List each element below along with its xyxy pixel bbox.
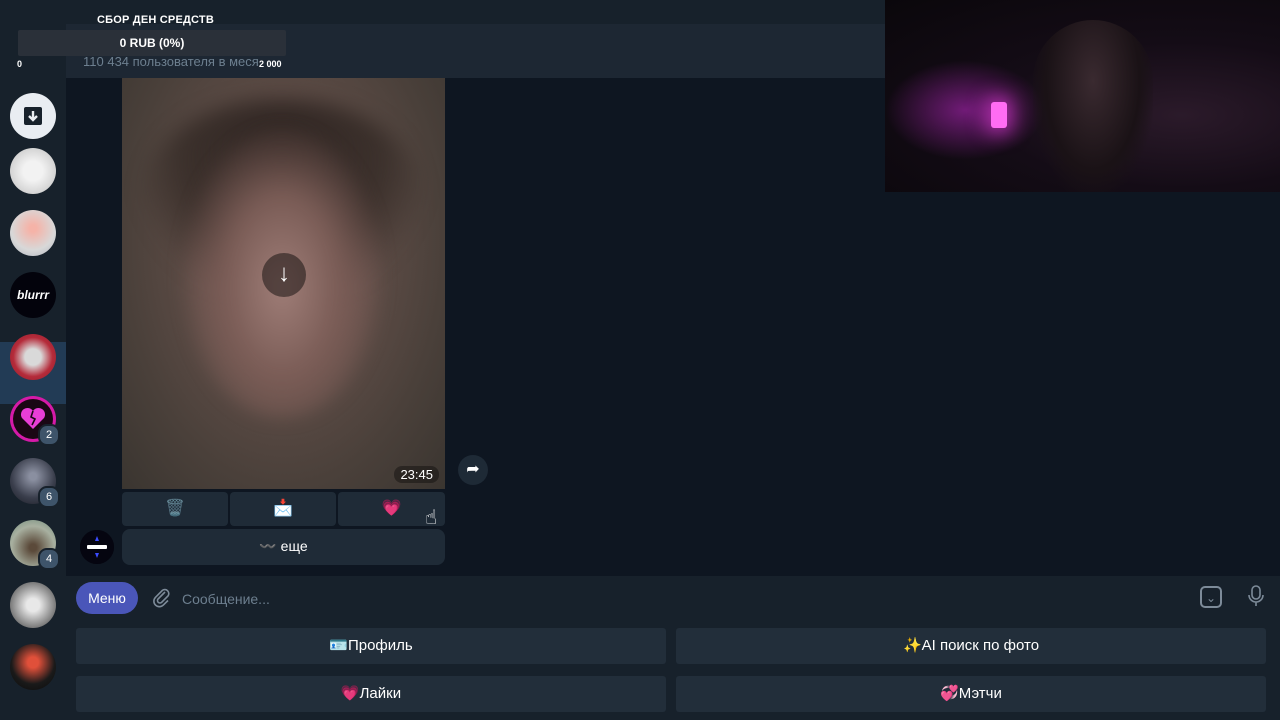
blurrr-logo-icon xyxy=(80,530,114,564)
envelope-icon: 📩 xyxy=(273,500,293,517)
trash-icon: 🗑️ xyxy=(165,500,185,517)
reply-button-profile[interactable]: 🪪Профиль xyxy=(76,628,666,664)
message-input[interactable] xyxy=(180,584,1084,614)
chat-avatar-redhead[interactable] xyxy=(10,644,56,690)
microphone-icon[interactable] xyxy=(1246,584,1266,614)
donation-progress-text: 0 RUB (0%) xyxy=(119,36,185,50)
blurrr-logo-text: blurrr xyxy=(16,288,49,302)
inline-button-more[interactable]: 〰️ еще xyxy=(122,529,445,565)
chat-list-rail: blurrr 2 6 4 xyxy=(0,78,66,720)
donation-max: 2 000 xyxy=(259,59,282,69)
photo-message[interactable]: ↓ 23:45 xyxy=(122,78,445,489)
chat-avatar-broken-heart[interactable]: 2 xyxy=(10,396,60,446)
share-icon: ➦ xyxy=(466,461,480,478)
reply-button-ai-search[interactable]: ✨AI поиск по фото xyxy=(676,628,1266,664)
chat-avatar-person[interactable]: 6 xyxy=(10,458,60,508)
webcam-glow xyxy=(885,60,1045,160)
archive-button[interactable] xyxy=(10,93,56,139)
keyboard-toggle-icon[interactable]: ⌄ xyxy=(1200,586,1222,608)
message-time: 23:45 xyxy=(394,466,439,483)
archive-icon xyxy=(24,107,42,125)
webcam-lamp xyxy=(991,102,1007,128)
paperclip-icon xyxy=(153,588,170,608)
forward-button[interactable]: ➦ xyxy=(458,455,488,485)
donation-progress-bar: 0 RUB (0%) xyxy=(18,30,286,56)
more-label: 〰️ еще xyxy=(259,538,308,554)
donation-min: 0 xyxy=(17,59,23,69)
chat-avatar-outdoor[interactable]: 4 xyxy=(10,520,60,570)
arrow-down-icon: ↓ xyxy=(278,260,290,287)
chat-avatar-bear[interactable] xyxy=(10,334,56,380)
download-button[interactable]: ↓ xyxy=(262,253,306,297)
unread-badge: 4 xyxy=(38,548,60,570)
chat-subtitle: 110 434 пользователя в меся xyxy=(83,54,259,69)
unread-badge: 6 xyxy=(38,486,60,508)
chat-avatar-cake[interactable] xyxy=(10,210,56,256)
chat-avatar-angel[interactable] xyxy=(10,582,56,628)
reply-button-matches[interactable]: 💞Мэтчи xyxy=(676,676,1266,712)
chat-avatar-manga[interactable] xyxy=(10,148,56,194)
donation-title: СБОР ДЕН СРЕДСТВ xyxy=(97,14,214,26)
unread-badge: 2 xyxy=(38,424,60,446)
attach-icon[interactable] xyxy=(150,586,172,614)
inline-button-trash[interactable]: 🗑️ xyxy=(122,492,228,526)
inline-button-envelope[interactable]: 📩 xyxy=(230,492,336,526)
mouse-cursor: ☝ xyxy=(425,507,438,529)
heart-icon: 💗 xyxy=(381,500,402,517)
reply-button-likes[interactable]: 💗Лайки xyxy=(76,676,666,712)
webcam-person xyxy=(1033,20,1153,192)
chat-avatar-blurrr[interactable]: blurrr xyxy=(10,272,56,318)
mic-glyph xyxy=(1248,585,1264,606)
menu-button[interactable]: Меню xyxy=(76,582,138,614)
bot-avatar[interactable] xyxy=(80,530,114,564)
webcam-overlay xyxy=(885,0,1280,192)
